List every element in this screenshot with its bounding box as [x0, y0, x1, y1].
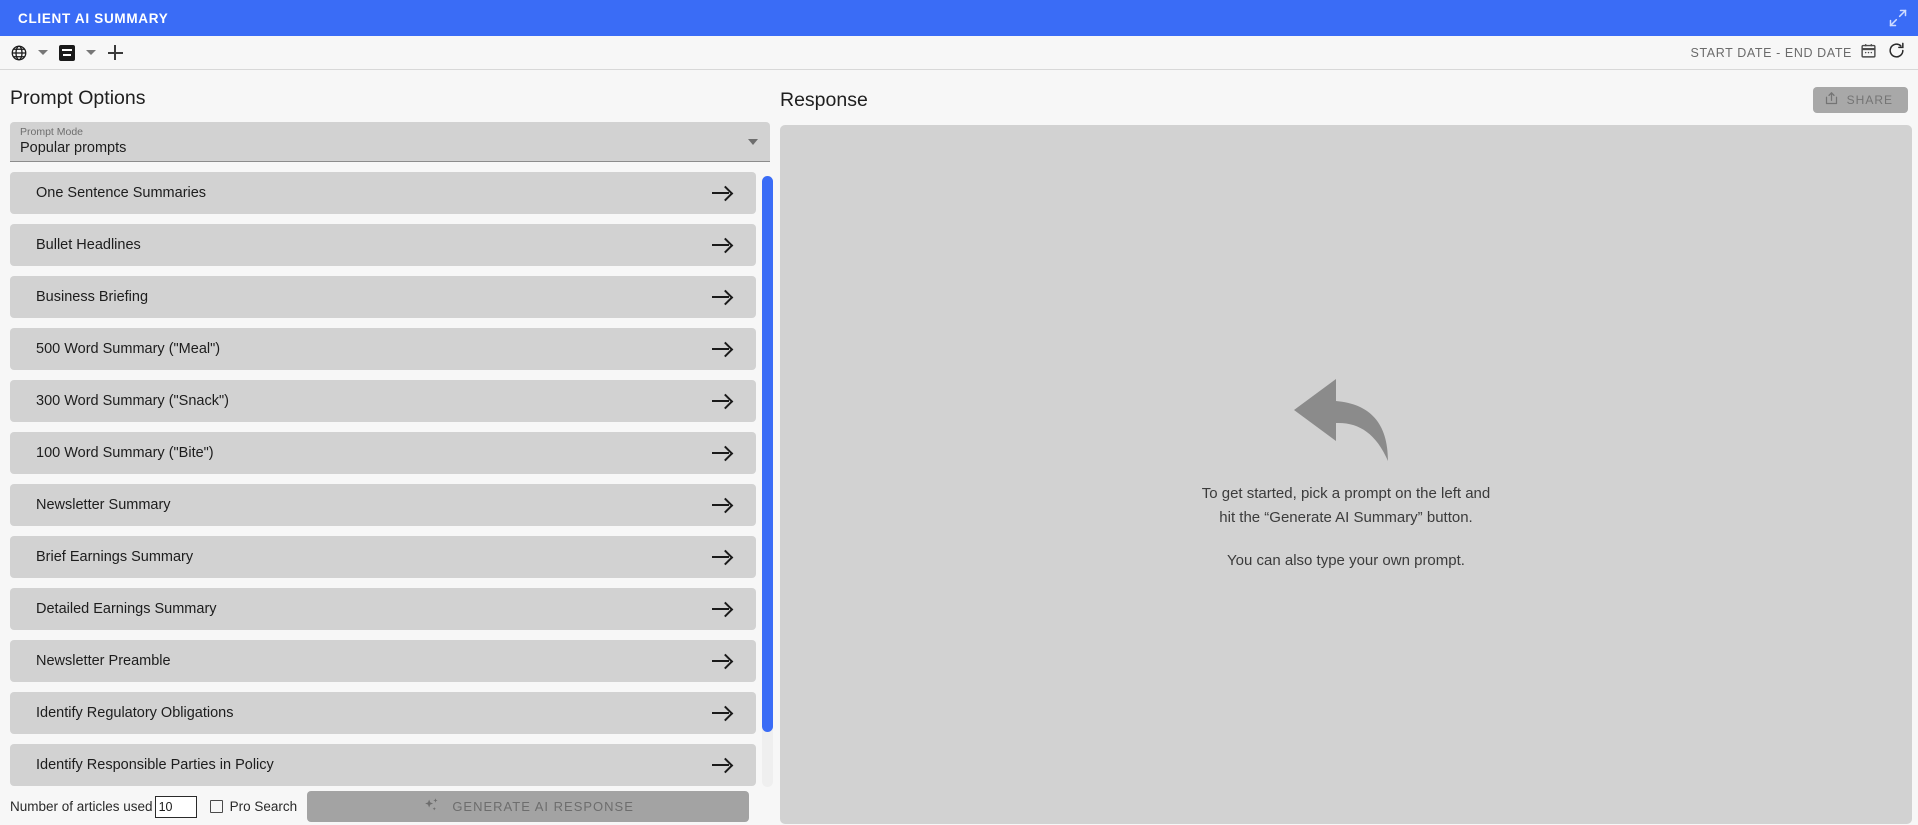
prompt-list-item[interactable]: 100 Word Summary ("Bite")	[10, 432, 756, 474]
plus-icon[interactable]	[102, 40, 128, 66]
generate-ai-response-button[interactable]: GENERATE AI RESPONSE	[307, 791, 750, 822]
prompt-list-item-label: 100 Word Summary ("Bite")	[36, 445, 214, 461]
prompt-list-item-label: 500 Word Summary ("Meal")	[36, 341, 221, 357]
globe-icon[interactable]	[6, 40, 32, 66]
response-content-area[interactable]: To get started, pick a prompt on the lef…	[780, 125, 1912, 824]
pro-search-toggle[interactable]: Pro Search	[209, 799, 298, 814]
chevron-down-icon[interactable]	[748, 139, 758, 145]
page-title: Prompt Options	[10, 87, 146, 109]
prompt-actions-bar: Number of articles used Pro Search GENER…	[0, 789, 780, 824]
main-content: Prompt Options Prompt Mode Popular promp…	[0, 70, 1918, 824]
share-button-label: SHARE	[1846, 93, 1893, 107]
prompt-list-item-label: 300 Word Summary ("Snack")	[36, 393, 229, 409]
empty-state-line-1: To get started, pick a prompt on the lef…	[1201, 484, 1491, 502]
arrow-right-icon[interactable]	[712, 602, 734, 616]
curved-reply-arrow-icon	[1292, 377, 1400, 470]
calendar-icon[interactable]	[1860, 42, 1877, 64]
prompt-list-item[interactable]: One Sentence Summaries	[10, 172, 756, 214]
prompt-list-item[interactable]: Identify Regulatory Obligations	[10, 692, 756, 734]
articles-used-label: Number of articles used	[10, 799, 153, 814]
prompt-list-item-label: Newsletter Preamble	[36, 653, 171, 669]
document-dropdown-chevron-down-icon[interactable]	[82, 40, 100, 66]
empty-state-line-2: hit the “Generate AI Summary” button.	[1219, 508, 1473, 526]
date-range-picker[interactable]: START DATE - END DATE	[1691, 42, 1877, 64]
prompt-list-item[interactable]: Bullet Headlines	[10, 224, 756, 266]
prompt-list-scrollbar-thumb[interactable]	[762, 176, 773, 732]
share-button[interactable]: SHARE	[1812, 87, 1908, 113]
prompt-list-item[interactable]: Identify Responsible Parties in Policy	[10, 744, 756, 786]
arrow-right-icon[interactable]	[712, 394, 734, 408]
app-title: CLIENT AI SUMMARY	[18, 10, 169, 26]
prompt-mode-value: Popular prompts	[20, 140, 127, 156]
prompt-list-item-label: Brief Earnings Summary	[36, 549, 194, 565]
prompt-options-panel: Prompt Options Prompt Mode Popular promp…	[0, 70, 780, 824]
pro-search-label: Pro Search	[229, 799, 298, 814]
refresh-icon[interactable]	[1887, 41, 1906, 65]
prompt-list-item-label: Detailed Earnings Summary	[36, 601, 217, 617]
prompt-mode-select[interactable]: Prompt Mode Popular prompts	[10, 122, 770, 162]
arrow-right-icon[interactable]	[712, 706, 734, 720]
prompt-list-item-label: Business Briefing	[36, 289, 149, 305]
app-tab[interactable]: CLIENT AI SUMMARY	[0, 0, 195, 36]
pro-search-checkbox[interactable]	[209, 800, 223, 813]
generate-ai-response-label: GENERATE AI RESPONSE	[452, 799, 634, 814]
response-title: Response	[780, 88, 868, 111]
arrow-right-icon[interactable]	[712, 758, 734, 772]
expand-arrows-icon[interactable]	[1888, 8, 1908, 28]
date-range-label: START DATE - END DATE	[1690, 45, 1852, 60]
app-toolbar: START DATE - END DATE	[0, 36, 1918, 70]
document-icon[interactable]	[54, 40, 80, 66]
response-header: Response SHARE	[780, 70, 1912, 125]
prompt-list-item[interactable]: 500 Word Summary ("Meal")	[10, 328, 756, 370]
arrow-right-icon[interactable]	[712, 654, 734, 668]
globe-dropdown-chevron-down-icon[interactable]	[34, 40, 52, 66]
title-bar-background	[0, 0, 1918, 36]
arrow-right-icon[interactable]	[712, 238, 734, 252]
prompt-mode-label: Prompt Mode	[20, 126, 84, 138]
empty-state-line-3: You can also type your own prompt.	[1227, 551, 1465, 569]
prompt-list-item[interactable]: Business Briefing	[10, 276, 756, 318]
prompt-list: One Sentence Summaries Bullet Headlines Bu…	[0, 172, 780, 789]
response-panel: Response SHARE To get started, pick a pr…	[780, 70, 1918, 824]
share-icon	[1824, 91, 1839, 109]
prompt-list-item[interactable]: Newsletter Summary	[10, 484, 756, 526]
prompt-list-scrollbar[interactable]	[762, 176, 773, 787]
prompt-list-item-label: One Sentence Summaries	[36, 185, 207, 201]
arrow-right-icon[interactable]	[712, 498, 734, 512]
prompt-list-item-label: Bullet Headlines	[36, 237, 141, 253]
sparkle-icon	[422, 796, 441, 818]
prompt-list-item-label: Identify Responsible Parties in Policy	[36, 757, 274, 773]
arrow-right-icon[interactable]	[712, 186, 734, 200]
prompt-list-item[interactable]: Newsletter Preamble	[10, 640, 756, 682]
arrow-right-icon[interactable]	[712, 550, 734, 564]
arrow-right-icon[interactable]	[712, 446, 734, 460]
prompt-list-item-label: Newsletter Summary	[36, 497, 171, 513]
articles-used-input[interactable]	[154, 795, 197, 818]
arrow-right-icon[interactable]	[712, 342, 734, 356]
arrow-right-icon[interactable]	[712, 290, 734, 304]
window-title-bar: CLIENT AI SUMMARY	[0, 0, 1918, 36]
prompt-list-item-label: Identify Regulatory Obligations	[36, 705, 234, 721]
prompt-list-item[interactable]: Brief Earnings Summary	[10, 536, 756, 578]
prompt-list-item[interactable]: 300 Word Summary ("Snack")	[10, 380, 756, 422]
prompt-list-item[interactable]: Detailed Earnings Summary	[10, 588, 756, 630]
